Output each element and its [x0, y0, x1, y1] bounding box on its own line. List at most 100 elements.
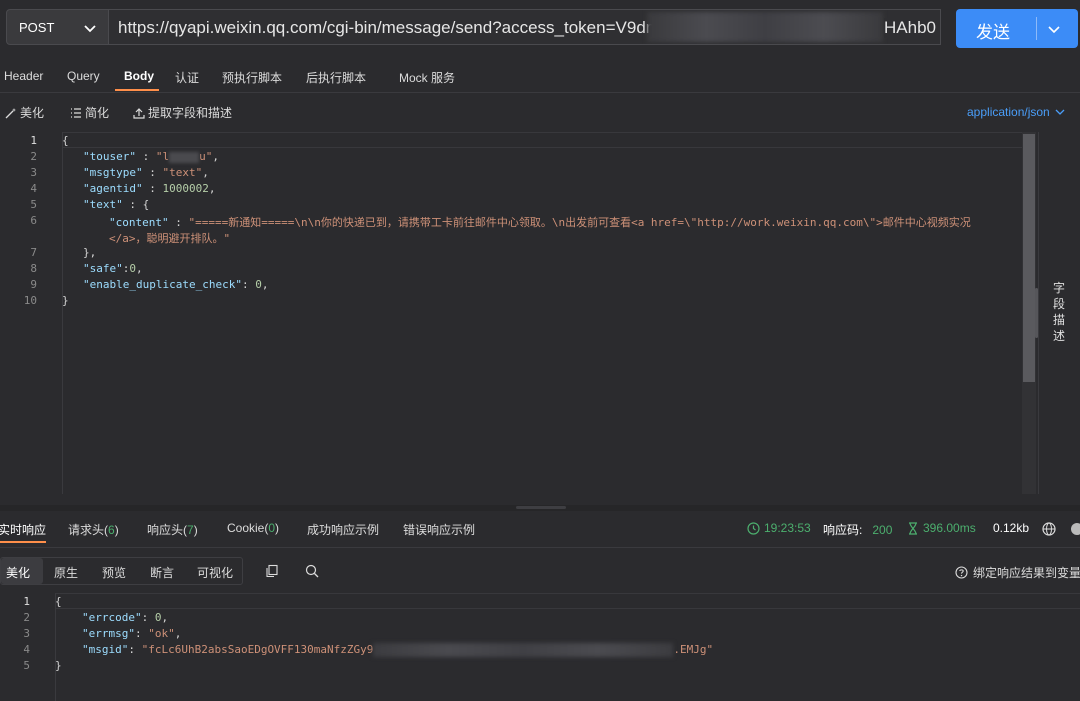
url-redacted	[647, 12, 883, 42]
format-preview[interactable]: 预览	[102, 564, 126, 581]
tab-body[interactable]: Body	[124, 69, 154, 83]
field-description-label: 字段描述	[1052, 281, 1065, 343]
chevron-down-icon[interactable]	[1047, 22, 1061, 36]
code-line: "agentid" : 1000002,	[83, 182, 216, 195]
current-line-highlight	[62, 132, 1022, 148]
send-divider	[1036, 17, 1037, 40]
code-line: }	[62, 294, 69, 307]
line-number: 1	[30, 134, 37, 147]
redacted-value	[169, 151, 200, 163]
response-viewer[interactable]: 1 2 3 4 5 { "errcode": 0, "errmsg": "ok"…	[0, 593, 1080, 701]
bind-response-to-variable[interactable]: 绑定响应结果到变量	[955, 564, 1080, 581]
format-raw[interactable]: 原生	[54, 564, 78, 581]
globe-icon[interactable]	[1042, 522, 1056, 536]
clock-icon	[747, 521, 760, 535]
line-number: 2	[30, 150, 37, 163]
simplify-label: 简化	[85, 106, 110, 120]
chevron-down-icon	[84, 25, 96, 33]
url-tail: HAhb0	[884, 18, 940, 38]
body-editor[interactable]: 1 2 3 4 5 6 7 8 9 10 { "touser" : "l u", …	[0, 132, 1038, 494]
list-icon	[71, 107, 81, 118]
splitter-handle[interactable]	[516, 506, 566, 509]
line-number: 1	[23, 595, 30, 608]
code-line: "errmsg": "ok",	[82, 627, 182, 640]
url-input[interactable]: https://qyapi.weixin.qq.com/cgi-bin/mess…	[109, 9, 941, 45]
tab-header[interactable]: Header	[4, 69, 43, 83]
format-visualize[interactable]: 可视化	[197, 564, 233, 581]
code-line: "errcode": 0,	[82, 611, 169, 624]
content-type-select[interactable]: application/json	[967, 105, 1066, 119]
response-time: 19:23:53	[747, 521, 811, 535]
tab-query[interactable]: Query	[67, 69, 100, 83]
line-number: 8	[30, 262, 37, 275]
line-number: 9	[30, 278, 37, 291]
code-line: "enable_duplicate_check": 0,	[83, 278, 269, 291]
url-bar: POST https://qyapi.weixin.qq.com/cgi-bin…	[0, 0, 1080, 57]
current-line-highlight	[55, 593, 1080, 609]
line-number: 10	[23, 294, 37, 307]
content-type-label: application/json	[967, 105, 1050, 119]
hourglass-icon	[909, 521, 917, 535]
code-line: }	[55, 659, 62, 672]
simplify-button[interactable]: 简化	[70, 104, 109, 121]
tab-post-script[interactable]: 后执行脚本	[306, 69, 366, 86]
code-line: "msgtype" : "text",	[83, 166, 209, 179]
tab-mock[interactable]: Mock 服务	[399, 69, 455, 86]
gutter-divider	[62, 132, 63, 494]
active-tab-indicator	[115, 89, 159, 91]
divider	[0, 547, 1080, 548]
scrollbar-thumb[interactable]	[1023, 134, 1035, 382]
copy-icon[interactable]	[265, 564, 279, 578]
request-tabs: Header Query Body 认证 预执行脚本 后执行脚本 Mock 服务	[0, 63, 1080, 91]
code-line: "content" : "=====新通知=====\n\n你的快递已到，请携带…	[109, 216, 971, 229]
line-number: 5	[23, 659, 30, 672]
response-duration: 396.00ms	[907, 521, 976, 535]
format-beautify[interactable]: 美化	[6, 564, 30, 581]
send-button[interactable]: 发送	[956, 9, 1078, 48]
response-size: 0.12kb	[993, 521, 1030, 535]
send-label: 发送	[976, 23, 1010, 42]
panel-splitter[interactable]	[0, 505, 1080, 511]
format-assert[interactable]: 断言	[150, 564, 174, 581]
url-text: https://qyapi.weixin.qq.com/cgi-bin/mess…	[118, 18, 682, 37]
line-number: 3	[30, 166, 37, 179]
tab-realtime-response[interactable]: 实时响应	[0, 521, 46, 538]
method-label: POST	[19, 20, 55, 35]
beautify-button[interactable]: 美化	[5, 104, 44, 121]
tab-request-headers[interactable]: 请求头(6)	[68, 521, 119, 538]
search-icon[interactable]	[305, 564, 319, 578]
gutter-divider	[55, 593, 56, 701]
extract-fields-label: 提取字段和描述	[148, 106, 233, 120]
tab-error-example[interactable]: 错误响应示例	[403, 521, 475, 538]
status-code: 响应码: 200	[823, 522, 893, 538]
tab-auth[interactable]: 认证	[175, 69, 199, 86]
line-number: 6	[30, 214, 37, 227]
line-number: 5	[30, 198, 37, 211]
line-number: 4	[23, 643, 30, 656]
code-line: "msgid": "fcLc6UhB2absSaoEDgOVFF130maNfz…	[82, 643, 714, 657]
method-select[interactable]: POST	[6, 9, 109, 45]
tab-pre-script[interactable]: 预执行脚本	[222, 69, 282, 86]
chevron-down-icon	[1055, 109, 1065, 115]
code-line-wrap: </a>，聪明避开排队。"	[109, 232, 231, 245]
tab-response-headers[interactable]: 响应头(7)	[147, 521, 198, 538]
magic-wand-icon	[5, 107, 16, 118]
code-line: "text" : {	[83, 198, 150, 211]
line-number: 7	[30, 246, 37, 259]
extract-fields-button[interactable]: 提取字段和描述	[133, 104, 232, 121]
field-description-panel[interactable]: 字段描述	[1035, 132, 1080, 494]
code-line: "touser" : "l u",	[83, 150, 219, 163]
tab-cookie[interactable]: Cookie(0)	[227, 521, 279, 535]
resize-handle[interactable]	[1035, 288, 1038, 338]
code-line: {	[62, 134, 69, 147]
line-number: 3	[23, 627, 30, 640]
line-number: 4	[30, 182, 37, 195]
upload-icon	[133, 107, 145, 119]
line-number: 2	[23, 611, 30, 624]
divider	[0, 92, 1080, 93]
redacted-value	[373, 643, 674, 657]
active-tab-indicator	[0, 541, 46, 543]
settings-icon[interactable]	[1070, 522, 1080, 536]
help-icon	[955, 566, 968, 579]
tab-success-example[interactable]: 成功响应示例	[307, 521, 379, 538]
